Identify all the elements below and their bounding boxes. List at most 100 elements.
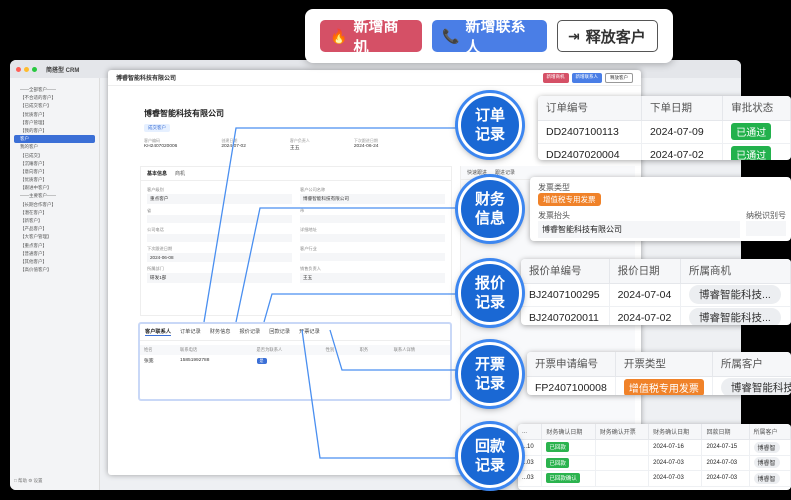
- field-value[interactable]: 重点客户: [147, 194, 292, 204]
- tab-customer-contacts[interactable]: 客户联系人: [145, 328, 171, 336]
- status-badge: 已通过: [731, 146, 772, 160]
- field-value[interactable]: 博睿智能科技有限公司: [300, 194, 445, 204]
- sidebar-item[interactable]: 客户: [14, 135, 95, 144]
- tab-follow-up-records[interactable]: 跟进记录: [495, 169, 515, 176]
- sidebar-item[interactable]: 【高价值客户】: [14, 266, 95, 274]
- payment-customer-pill[interactable]: 博睿智: [753, 441, 780, 453]
- customer-stage-tag: 成交客户: [144, 124, 170, 132]
- field-value[interactable]: [300, 253, 445, 261]
- tab-quick-follow-up[interactable]: 快速跟进: [467, 169, 487, 176]
- sidebar-item[interactable]: ——全部客户——: [14, 86, 95, 94]
- badge-finance-info-label: 财务 信息: [474, 191, 505, 227]
- opportunity-pill[interactable]: 博睿智能科技...: [689, 308, 781, 325]
- mini-new-opportunity-button[interactable]: 新增商机: [542, 72, 569, 83]
- field-label: 所属部门: [147, 266, 164, 271]
- quote-no: BJ2407100295: [521, 283, 610, 307]
- sidebar-item[interactable]: 【潜在客户】: [14, 209, 95, 217]
- field-value[interactable]: 王五: [300, 273, 445, 283]
- tab-finance-info[interactable]: 财务信息: [210, 328, 231, 336]
- payment-customer-pill[interactable]: 博睿智: [753, 457, 780, 469]
- tab-quote-records[interactable]: 报价记录: [239, 328, 260, 336]
- field-value[interactable]: [147, 234, 292, 242]
- table-row[interactable]: DD2407020004 2024-07-02 已通过: [538, 143, 791, 160]
- mini-release-customer-button[interactable]: 释放客户: [605, 72, 633, 83]
- new-opportunity-button[interactable]: 🔥 新增商机: [320, 18, 422, 56]
- info-field: 详细地址: [300, 227, 445, 242]
- badge-invoice-records[interactable]: 开票 记录: [458, 342, 522, 406]
- sidebar-item[interactable]: 【优质客户】: [14, 176, 95, 184]
- sidebar-item[interactable]: 【客户管理】: [14, 119, 95, 127]
- field-label: 客户级别: [147, 187, 164, 192]
- minimize-window-icon[interactable]: [24, 66, 29, 72]
- info-field: 销售负责人 王五: [300, 266, 445, 283]
- col-quote-date: 报价日期: [609, 259, 682, 284]
- new-contact-button[interactable]: 📞 新增联系人: [432, 18, 547, 56]
- table-row[interactable]: DD2407100113 2024-07-09 已通过: [538, 120, 791, 144]
- sidebar-item[interactable]: 【已成交客户】: [14, 102, 95, 110]
- tab-order-records[interactable]: 订单记录: [180, 328, 201, 336]
- sidebar-item[interactable]: 【新客户】: [14, 217, 95, 225]
- field-value[interactable]: 研发1部: [147, 273, 292, 283]
- field-value[interactable]: [300, 215, 445, 223]
- sidebar-item[interactable]: 我的客户: [14, 143, 95, 151]
- company-name: 博睿智能科技有限公司: [144, 109, 224, 118]
- status-badge: 已通过: [731, 123, 772, 140]
- sidebar-item[interactable]: 【沉睡客户】: [14, 160, 95, 168]
- badge-finance-info[interactable]: 财务 信息: [458, 177, 522, 241]
- is-contact-badge: 是: [256, 357, 267, 364]
- sidebar-item[interactable]: 【重点客户】: [14, 242, 95, 250]
- tab-opportunities[interactable]: 商机: [175, 170, 185, 177]
- sidebar-item[interactable]: 【大客户管理】: [14, 233, 95, 241]
- release-customer-button[interactable]: ⇥ 释放客户: [557, 20, 658, 52]
- field-value[interactable]: [147, 215, 292, 223]
- sidebar-item[interactable]: 【跟进中客户】: [14, 184, 95, 192]
- table-row[interactable]: FP2407100008 增值税专用发票 博睿智能科技...: [527, 376, 791, 395]
- field-value[interactable]: [300, 234, 445, 242]
- release-customer-label: 释放客户: [585, 28, 646, 46]
- field-value[interactable]: 2024-06-08: [147, 253, 292, 262]
- field-label: 销售负责人: [300, 266, 321, 271]
- sidebar-item[interactable]: ——主要客户——: [14, 192, 95, 200]
- info-field: 所属部门研发1部: [147, 266, 292, 283]
- mini-new-contact-button[interactable]: 新增联系人: [571, 72, 602, 83]
- sidebar-item[interactable]: 【普通客户】: [14, 250, 95, 258]
- app-footer[interactable]: □ 帮助 ⚙ 设置: [14, 478, 43, 484]
- tax-id-value: [746, 221, 786, 236]
- sidebar-item[interactable]: 【优质客户】: [14, 111, 95, 119]
- summary-row: 客户编码 KH2407020006 创建日期 2024-07-02 客户负责人 王五 下次跟…: [144, 138, 378, 151]
- sidebar-item[interactable]: 【不合适的客户】: [14, 94, 95, 102]
- sidebar-item[interactable]: 【长期合作客户】: [14, 201, 95, 209]
- payment-customer-pill[interactable]: 博睿智: [753, 472, 780, 484]
- tab-basic-info[interactable]: 基本信息: [147, 170, 167, 177]
- summary-value: 2024-07-02: [221, 144, 246, 149]
- badge-quote-records[interactable]: 报价 记录: [458, 261, 522, 325]
- badge-order-records[interactable]: 订单 记录: [458, 93, 522, 157]
- sidebar-item[interactable]: 【已成交】: [14, 152, 95, 160]
- invoice-title-value: 博睿智能科技有限公司: [538, 221, 740, 238]
- table-row[interactable]: ...10 已回款 2024-07-16 2024-07-15 博睿智: [518, 439, 791, 456]
- invoice-customer-pill[interactable]: 博睿智能科技...: [720, 378, 791, 395]
- table-row[interactable]: BJ2407100295 2024-07-04 博睿智能科技...: [521, 283, 791, 307]
- sidebar-item[interactable]: 【我的客户】: [14, 127, 95, 135]
- invoices-table: 开票申请编号 开票类型 所属客户 所属 FP2407100008 增值税专用发票…: [527, 352, 791, 395]
- sidebar-item[interactable]: 【产品客户】: [14, 225, 95, 233]
- payment-confirm-invoice: [595, 470, 650, 487]
- payment-status-badge: 已回款确认: [546, 473, 580, 484]
- table-row[interactable]: ...03 已回款 2024-07-03 2024-07-03 博睿智: [518, 455, 791, 471]
- summary-field: 客户负责人 王五: [290, 138, 310, 151]
- badge-order-records-label: 订单 记录: [474, 107, 505, 143]
- field-label: 详细地址: [300, 227, 317, 232]
- close-window-icon[interactable]: [16, 66, 21, 72]
- opportunity-pill[interactable]: 博睿智能科技...: [689, 285, 781, 304]
- summary-field: 下次跟进日期 2024-06-24: [354, 138, 379, 151]
- tab-payment-records[interactable]: 回款记录: [269, 328, 290, 336]
- badge-payment-records[interactable]: 回款 记录: [458, 424, 522, 488]
- table-row[interactable]: ...03 已回款确认 2024-07-03 2024-07-03 博睿智: [518, 470, 791, 487]
- quotes-card: 报价单编号 报价日期 所属商机 BJ2407100295 2024-07-04 …: [521, 259, 791, 325]
- tab-invoice-records[interactable]: 开票记录: [299, 328, 320, 336]
- sidebar-item[interactable]: 【意向客户】: [14, 168, 95, 176]
- table-row[interactable]: 张宽 15851992788 是: [140, 355, 450, 366]
- sidebar-item[interactable]: 【其他客户】: [14, 258, 95, 266]
- maximize-window-icon[interactable]: [32, 66, 37, 72]
- table-row[interactable]: BJ2407020011 2024-07-02 博睿智能科技...: [521, 306, 791, 325]
